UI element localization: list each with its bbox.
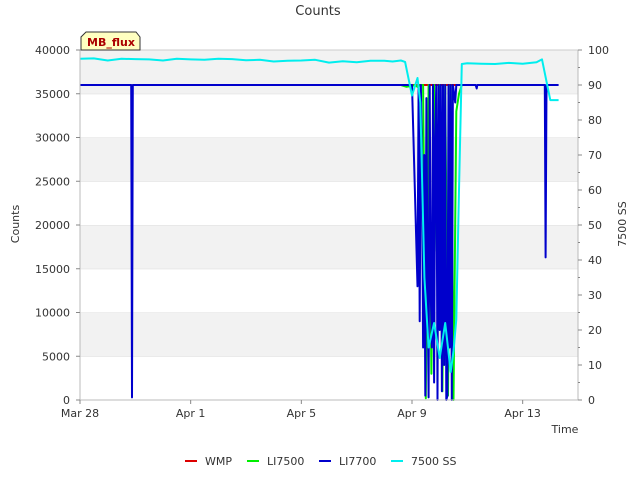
grid-band [80, 225, 578, 269]
legend-label-wmp: WMP [205, 455, 232, 468]
grid-band [80, 50, 578, 94]
y-tick-label: 40000 [35, 44, 70, 57]
grid-band [80, 181, 578, 225]
site-badge-label: MB_flux [87, 36, 135, 49]
grid-band [80, 356, 578, 400]
site-badge: MB_flux [80, 31, 141, 51]
y2-axis-label: 7500 SS [616, 201, 629, 246]
y-tick-label: 30000 [35, 132, 70, 145]
grid-band [80, 93, 578, 138]
y-tick-label: 5000 [42, 350, 70, 363]
legend-label-li7700: LI7700 [339, 455, 376, 468]
x-tick-label: Apr 5 [287, 407, 317, 420]
x-tick-label: Apr 1 [176, 407, 206, 420]
y-tick-label: 20000 [35, 219, 70, 232]
chart-title: Counts [295, 4, 341, 19]
y2-tick-label: 80 [588, 114, 602, 127]
y-tick-label: 10000 [35, 307, 70, 320]
y2-tick-label: 60 [588, 184, 602, 197]
x-axis-label: Time [551, 423, 579, 436]
grid-bands [80, 49, 578, 400]
grid-band [80, 312, 578, 357]
legend-label-7500-ss: 7500 SS [411, 455, 456, 468]
legend-label-li7500: LI7500 [267, 455, 304, 468]
y2-tick-label: 10 [588, 359, 602, 372]
chart: 0 5000 10000 15000 20000 25000 30000 35000 40000… [0, 0, 640, 480]
y-tick-label: 0 [63, 394, 70, 407]
y2-tick-label: 0 [588, 394, 595, 407]
y-tick-label: 35000 [35, 88, 70, 101]
y2-tick-label: 20 [588, 324, 602, 337]
y-tick-label: 15000 [35, 263, 70, 276]
y2-tick-label: 50 [588, 219, 602, 232]
y-tick-label: 25000 [35, 175, 70, 188]
y2-tick-label: 30 [588, 289, 602, 302]
y2-tick-label: 40 [588, 254, 602, 267]
x-tick-label: Apr 9 [397, 407, 427, 420]
y2-tick-label: 90 [588, 79, 602, 92]
grid-band [80, 137, 578, 182]
x-tick-label: Apr 13 [504, 407, 541, 420]
y2-tick-label: 70 [588, 149, 602, 162]
y2-tick-label: 100 [588, 44, 609, 57]
grid-band [80, 268, 578, 313]
y-axis-label: Counts [9, 205, 22, 244]
x-tick-label: Mar 28 [61, 407, 99, 420]
